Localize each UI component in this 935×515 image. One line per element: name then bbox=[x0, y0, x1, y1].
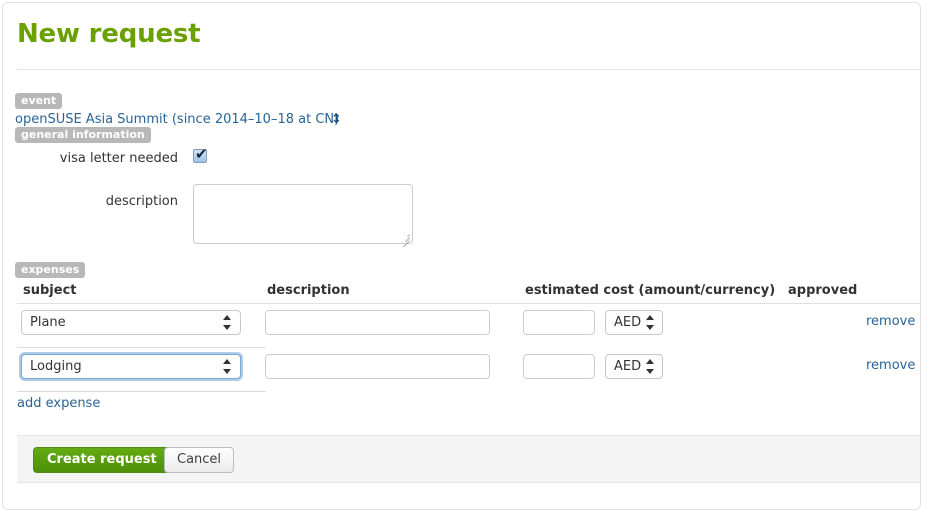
expense-row: Plane AED remove bbox=[17, 303, 920, 347]
form-action-bar: Create request Cancel bbox=[17, 435, 920, 483]
column-header-description: description bbox=[267, 283, 350, 298]
expense-row: Lodging AED remove bbox=[17, 347, 915, 392]
create-request-button[interactable]: Create request bbox=[33, 447, 171, 473]
title-divider bbox=[17, 69, 920, 70]
cancel-button[interactable]: Cancel bbox=[164, 447, 235, 473]
expense-amount-input[interactable] bbox=[523, 310, 595, 335]
expense-description-input[interactable] bbox=[265, 354, 490, 379]
expense-currency-select[interactable]: AED bbox=[605, 354, 663, 379]
legend-expenses: expenses bbox=[15, 262, 86, 278]
expense-subject-select[interactable]: Plane bbox=[21, 310, 241, 335]
event-link[interactable]: openSUSE Asia Summit (since 2014–10–18 a… bbox=[15, 112, 339, 128]
expense-currency-value: AED bbox=[614, 359, 642, 374]
description-label: description bbox=[105, 194, 178, 209]
expense-amount-input[interactable] bbox=[523, 354, 595, 379]
column-header-estimated-cost: estimated cost (amount/currency) bbox=[525, 283, 776, 298]
visa-letter-label: visa letter needed bbox=[59, 151, 178, 166]
visa-letter-checkbox[interactable]: ✔ bbox=[193, 145, 208, 163]
expense-subject-value: Lodging bbox=[30, 359, 82, 374]
expense-subject-value: Plane bbox=[30, 315, 66, 330]
legend-event: event bbox=[15, 93, 63, 109]
chevron-updown-icon bbox=[646, 314, 655, 331]
column-header-subject: subject bbox=[23, 283, 77, 298]
checkmark-icon: ✔ bbox=[195, 145, 208, 163]
remove-expense-link[interactable]: remove bbox=[866, 358, 915, 373]
page-title: New request bbox=[17, 19, 201, 49]
add-expense-link[interactable]: add expense bbox=[17, 396, 100, 411]
sort-updown-icon[interactable]: ↕ bbox=[331, 111, 342, 128]
expense-description-input[interactable] bbox=[265, 310, 490, 335]
expense-currency-value: AED bbox=[614, 315, 642, 330]
expenses-table: subject description estimated cost (amou… bbox=[17, 283, 920, 392]
chevron-updown-icon bbox=[646, 358, 655, 375]
chevron-updown-icon bbox=[223, 358, 232, 375]
legend-general-information: general information bbox=[15, 127, 151, 143]
remove-expense-link[interactable]: remove bbox=[866, 314, 915, 329]
column-header-approved: approved bbox=[788, 283, 858, 298]
expenses-header-row: subject description estimated cost (amou… bbox=[17, 283, 920, 303]
expense-currency-select[interactable]: AED bbox=[605, 310, 663, 335]
request-form-panel: New request event openSUSE Asia Summit (… bbox=[2, 2, 921, 510]
chevron-updown-icon bbox=[223, 314, 232, 331]
expense-subject-select[interactable]: Lodging bbox=[21, 354, 241, 379]
description-textarea[interactable] bbox=[193, 184, 413, 244]
